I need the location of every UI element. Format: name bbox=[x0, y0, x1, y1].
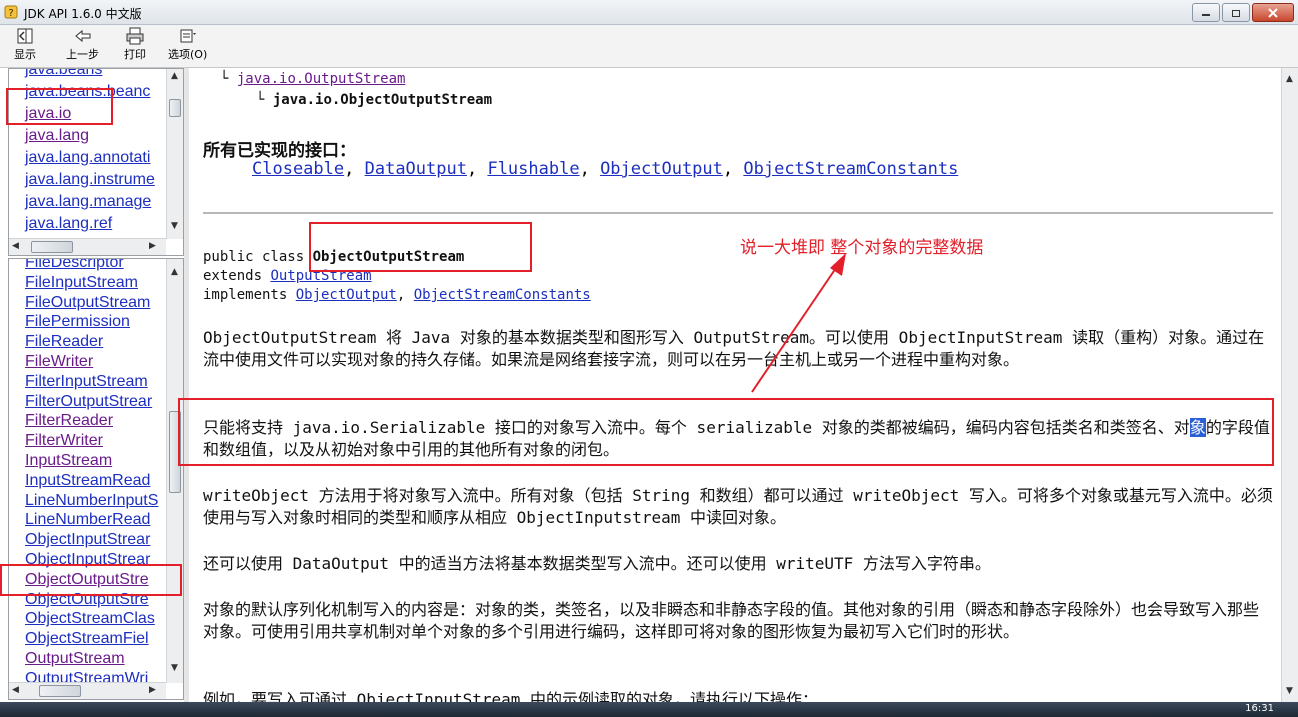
taskbar: 16:31 bbox=[0, 702, 1298, 717]
annotation-arrow-icon bbox=[751, 253, 846, 393]
taskbar-clock: 16:31 bbox=[1245, 703, 1274, 714]
